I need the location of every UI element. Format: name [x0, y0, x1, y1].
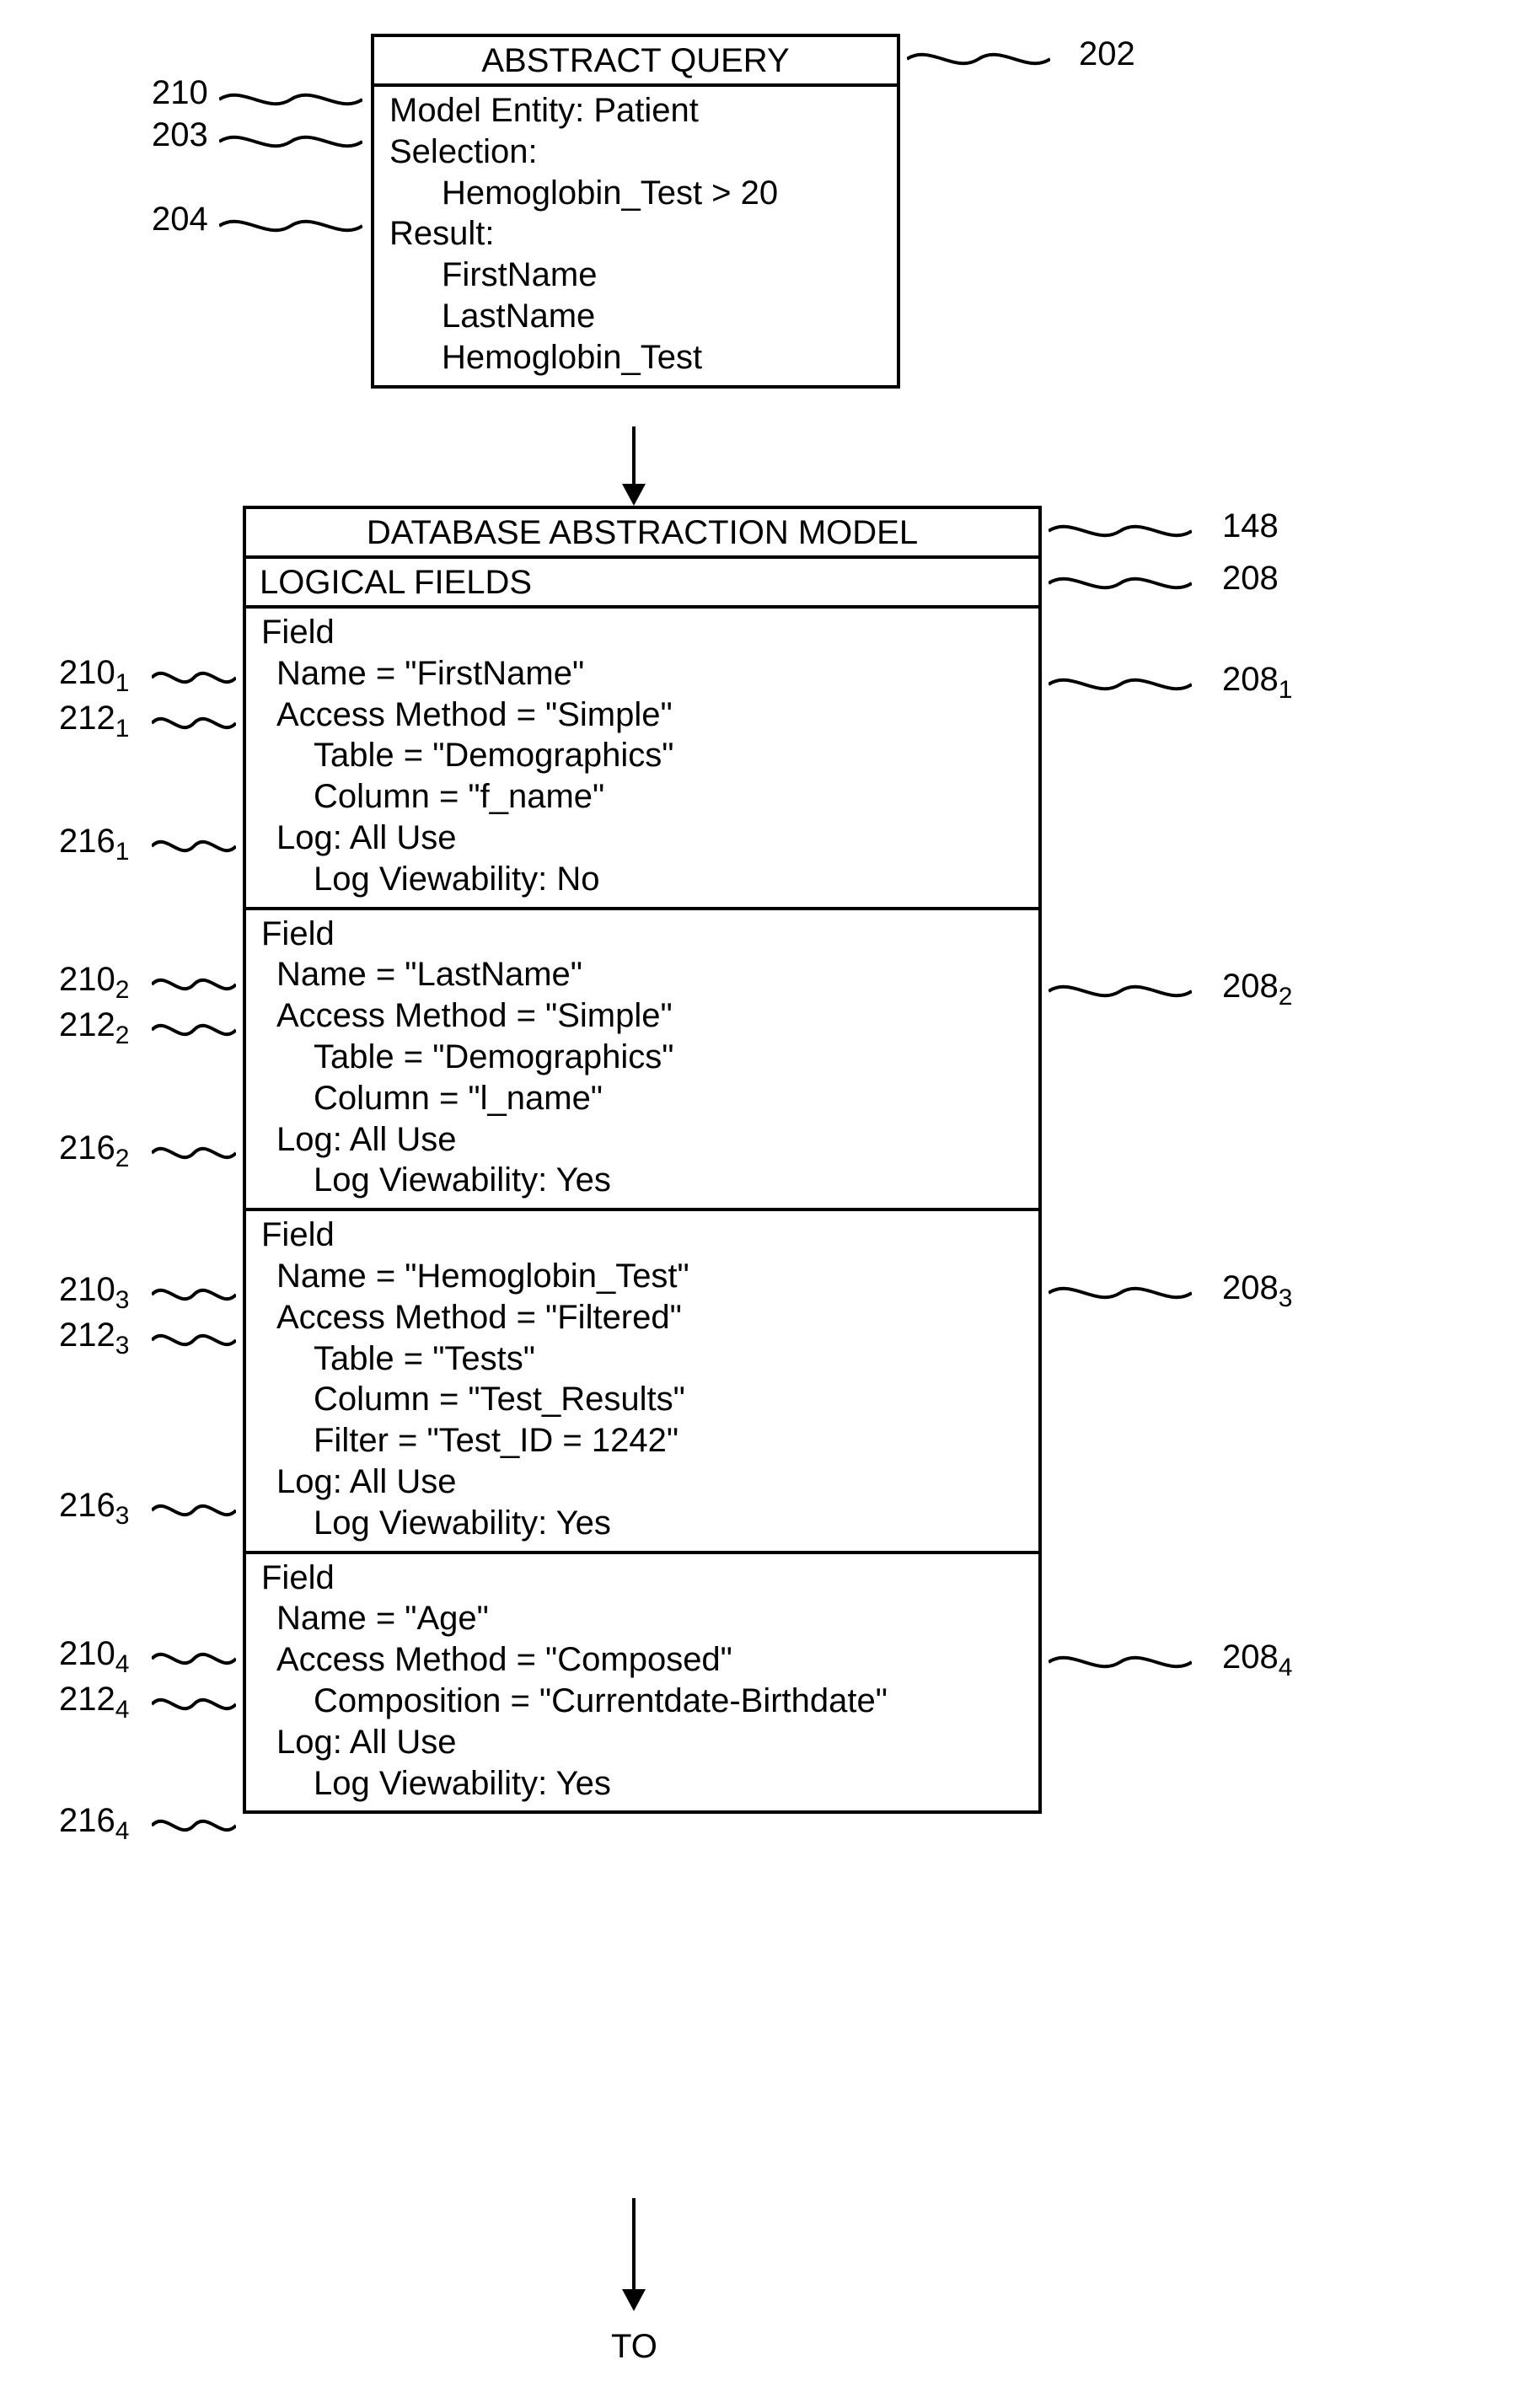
to-label: TO	[611, 2328, 657, 2366]
ref-208-1: 2081	[1222, 661, 1292, 705]
field-column: Column = "Test_Results"	[314, 1379, 1038, 1420]
selection-cond: Hemoglobin_Test > 20	[442, 173, 897, 214]
wave-icon	[152, 713, 236, 733]
ref-208-2: 2082	[1222, 968, 1292, 1011]
field-heading: Field	[261, 612, 1038, 653]
field-logv: Log Viewability: Yes	[314, 1160, 1038, 1201]
wave-icon	[152, 1143, 236, 1163]
wave-icon	[152, 1284, 236, 1305]
field-table: Table = "Demographics"	[314, 735, 1038, 776]
result-label: Result:	[389, 213, 897, 255]
field-table: Table = "Tests"	[314, 1338, 1038, 1380]
field-column: Column = "l_name"	[314, 1078, 1038, 1119]
field-name: Name = "Hemoglobin_Test"	[276, 1256, 1038, 1297]
wave-icon	[152, 1500, 236, 1520]
wave-icon	[219, 131, 362, 152]
ref-208-3: 2083	[1222, 1269, 1292, 1313]
model-entity: Model Entity: Patient	[389, 90, 897, 131]
ref-212-1: 2121	[59, 700, 129, 743]
field-log: Log: All Use	[276, 1722, 1038, 1763]
arrow-1-line	[632, 426, 636, 484]
ref-216-2: 2162	[59, 1129, 129, 1173]
ref-210-3: 2103	[59, 1271, 129, 1315]
ref-212-4: 2124	[59, 1681, 129, 1724]
wave-icon	[152, 836, 236, 856]
diagram-canvas: ABSTRACT QUERY Model Entity: Patient Sel…	[0, 0, 1534, 2408]
result-3: Hemoglobin_Test	[442, 337, 897, 378]
wave-icon	[219, 89, 362, 110]
wave-icon	[1049, 674, 1192, 695]
wave-icon	[1049, 1652, 1192, 1672]
result-1: FirstName	[442, 255, 897, 296]
ref-212-2: 2122	[59, 1006, 129, 1050]
field-section-4: Field Name = "Age" Access Method = "Comp…	[246, 1554, 1038, 1811]
ref-216-3: 2163	[59, 1487, 129, 1531]
ref-208-4: 2084	[1222, 1638, 1292, 1682]
field-name: Name = "Age"	[276, 1598, 1038, 1639]
wave-icon	[219, 216, 362, 236]
ref-212-3: 2123	[59, 1317, 129, 1360]
ref-210: 210	[152, 74, 208, 112]
database-abstraction-model-box: DATABASE ABSTRACTION MODEL LOGICAL FIELD…	[243, 506, 1042, 1814]
ref-210-2: 2102	[59, 961, 129, 1005]
wave-icon	[152, 1330, 236, 1350]
field-filter: Filter = "Test_ID = 1242"	[314, 1420, 1038, 1461]
abstract-query-box: ABSTRACT QUERY Model Entity: Patient Sel…	[371, 34, 900, 389]
arrow-2-line	[632, 2198, 636, 2289]
ref-148: 148	[1222, 507, 1279, 545]
wave-icon	[152, 1020, 236, 1040]
field-table: Table = "Demographics"	[314, 1037, 1038, 1078]
field-logv: Log Viewability: Yes	[314, 1763, 1038, 1805]
ref-208: 208	[1222, 560, 1279, 598]
field-section-3: Field Name = "Hemoglobin_Test" Access Me…	[246, 1211, 1038, 1553]
field-access: Access Method = "Filtered"	[276, 1297, 1038, 1338]
result-2: LastName	[442, 296, 897, 337]
wave-icon	[152, 974, 236, 995]
wave-icon	[907, 49, 1050, 69]
ref-204: 204	[152, 201, 208, 239]
field-composition: Composition = "Currentdate-Birthdate"	[314, 1681, 1038, 1722]
field-column: Column = "f_name"	[314, 776, 1038, 818]
wave-icon	[152, 668, 236, 688]
abstract-query-title: ABSTRACT QUERY	[374, 37, 897, 87]
field-logv: Log Viewability: Yes	[314, 1503, 1038, 1544]
arrow-2-head	[622, 2289, 646, 2311]
field-section-2: Field Name = "LastName" Access Method = …	[246, 910, 1038, 1212]
ref-216-1: 2161	[59, 823, 129, 866]
field-name: Name = "FirstName"	[276, 653, 1038, 695]
selection-label: Selection:	[389, 131, 897, 173]
dam-title: DATABASE ABSTRACTION MODEL	[246, 509, 1038, 559]
field-heading: Field	[261, 1215, 1038, 1256]
field-heading: Field	[261, 914, 1038, 955]
wave-icon	[1049, 981, 1192, 1001]
wave-icon	[1049, 1283, 1192, 1303]
ref-216-4: 2164	[59, 1802, 129, 1846]
ref-210-4: 2104	[59, 1635, 129, 1679]
wave-icon	[152, 1694, 236, 1714]
field-name: Name = "LastName"	[276, 954, 1038, 995]
logical-fields-title: LOGICAL FIELDS	[246, 559, 1038, 609]
abstract-query-content: Model Entity: Patient Selection: Hemoglo…	[374, 87, 897, 385]
ref-203: 203	[152, 116, 208, 154]
field-access: Access Method = "Simple"	[276, 995, 1038, 1037]
field-access: Access Method = "Composed"	[276, 1639, 1038, 1681]
wave-icon	[152, 1649, 236, 1669]
ref-202: 202	[1079, 35, 1135, 73]
field-section-1: Field Name = "FirstName" Access Method =…	[246, 609, 1038, 910]
field-log: Log: All Use	[276, 818, 1038, 859]
field-log: Log: All Use	[276, 1461, 1038, 1503]
field-logv: Log Viewability: No	[314, 859, 1038, 900]
wave-icon	[1049, 573, 1192, 593]
field-access: Access Method = "Simple"	[276, 695, 1038, 736]
field-log: Log: All Use	[276, 1119, 1038, 1161]
arrow-1-head	[622, 484, 646, 506]
field-heading: Field	[261, 1558, 1038, 1599]
wave-icon	[152, 1815, 236, 1836]
wave-icon	[1049, 521, 1192, 541]
ref-210-1: 2101	[59, 654, 129, 698]
